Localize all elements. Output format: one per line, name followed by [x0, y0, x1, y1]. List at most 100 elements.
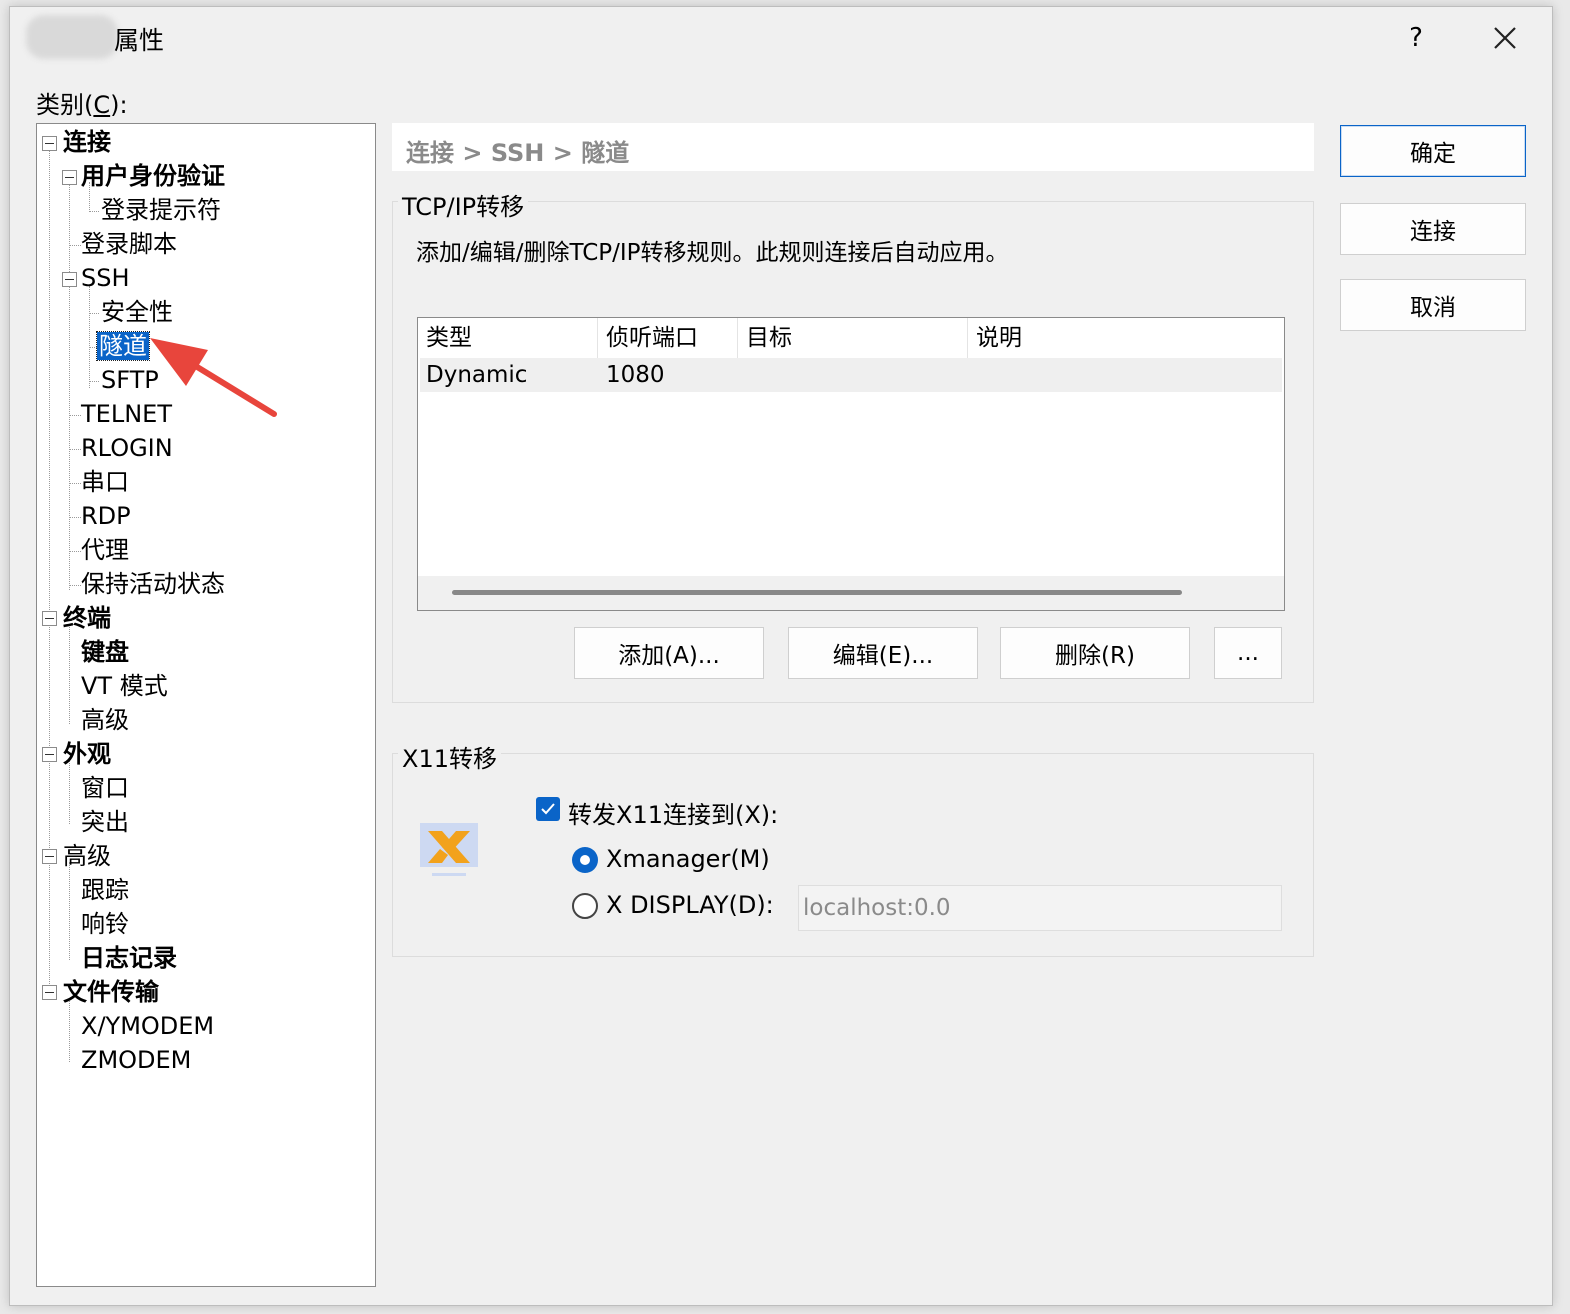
tree-item-zmodem[interactable]: ZMODEM [81, 1044, 191, 1076]
tree-line [69, 245, 81, 246]
tree-line [69, 862, 70, 960]
breadcrumb: 连接 > SSH > 隧道 [392, 123, 1314, 171]
xmanager-logo-icon [420, 823, 478, 876]
tree-line [69, 182, 70, 590]
tree-line [69, 415, 81, 416]
tree-line [69, 585, 81, 586]
collapse-toggle-connection[interactable] [42, 136, 57, 151]
tree-item-rlogin[interactable]: RLOGIN [81, 432, 173, 464]
cancel-button[interactable]: 取消 [1340, 279, 1526, 331]
cancel-label: 取消 [1410, 295, 1456, 321]
tree-line [69, 551, 81, 552]
collapse-toggle-file-transfer[interactable] [42, 985, 57, 1000]
help-button[interactable]: ? [1394, 13, 1438, 63]
tree-line [89, 347, 97, 348]
collapse-toggle-ssh[interactable] [62, 272, 77, 287]
tree-item-highlight[interactable]: 突出 [81, 806, 129, 838]
tree-item-tunnel[interactable]: 隧道 [96, 330, 150, 362]
more-options-button[interactable]: ... [1214, 627, 1282, 679]
tree-item-serial[interactable]: 串口 [81, 466, 129, 498]
forward-x11-label[interactable]: 转发X11连接到(X): [568, 795, 778, 830]
tree-item-ssh[interactable]: SSH [81, 262, 130, 294]
collapse-toggle-auth[interactable] [62, 170, 77, 185]
scrollbar-thumb[interactable] [452, 590, 1182, 595]
column-header-target[interactable]: 目标 [738, 318, 968, 358]
collapse-toggle-appearance[interactable] [42, 747, 57, 762]
checkmark-icon [541, 803, 555, 815]
tree-item-appearance[interactable]: 外观 [63, 738, 111, 770]
forward-x11-checkbox[interactable] [536, 797, 560, 821]
xmanager-radio[interactable] [572, 847, 598, 873]
table-row[interactable]: Dynamic 1080 [420, 358, 1282, 392]
tree-item-rdp[interactable]: RDP [81, 500, 131, 532]
xmanager-label[interactable]: Xmanager(M) [606, 845, 770, 873]
tree-item-proxy[interactable]: 代理 [81, 534, 129, 566]
tree-item-trace[interactable]: 跟踪 [81, 874, 129, 906]
tree-item-vt-mode[interactable]: VT 模式 [81, 670, 168, 702]
tree-item-xymodem[interactable]: X/YMODEM [81, 1010, 214, 1042]
close-button[interactable] [1480, 13, 1530, 63]
tree-item-sftp[interactable]: SFTP [101, 364, 159, 396]
tree-item-keepalive[interactable]: 保持活动状态 [81, 568, 225, 600]
category-label: 类别(C): [36, 91, 128, 119]
tree-line [69, 449, 81, 450]
connect-label: 连接 [1410, 219, 1456, 245]
tree-line [69, 624, 70, 724]
tree-item-window[interactable]: 窗口 [81, 772, 129, 804]
delete-rule-button[interactable]: 删除(R) [1000, 627, 1190, 679]
add-rule-button[interactable]: 添加(A)... [574, 627, 764, 679]
ok-button[interactable]: 确定 [1340, 125, 1526, 177]
column-header-description[interactable]: 说明 [968, 318, 1282, 358]
tree-item-terminal[interactable]: 终端 [63, 602, 111, 634]
tree-item-advanced[interactable]: 高级 [63, 840, 111, 872]
tree-line [89, 211, 99, 212]
close-icon [1494, 27, 1516, 49]
edit-rule-label: 编辑(E)... [832, 643, 934, 669]
xdisplay-label[interactable]: X DISPLAY(D): [606, 891, 774, 919]
tree-item-security[interactable]: 安全性 [101, 296, 173, 328]
tree-item-connection[interactable]: 连接 [63, 126, 111, 158]
tree-item-login-script[interactable]: 登录脚本 [81, 228, 177, 260]
tree-item-user-auth[interactable]: 用户身份验证 [81, 160, 225, 192]
collapse-toggle-advanced[interactable] [42, 849, 57, 864]
cell-description [970, 358, 976, 392]
add-rule-label: 添加(A)... [618, 643, 720, 669]
more-options-label: ... [1237, 640, 1259, 666]
x11-group-title: X11转移 [398, 739, 501, 774]
collapse-toggle-terminal[interactable] [42, 611, 57, 626]
list-header: 类型 侦听端口 目标 说明 [418, 318, 1284, 358]
tree-item-file-transfer[interactable]: 文件传输 [63, 976, 159, 1008]
tree-item-keyboard[interactable]: 键盘 [81, 636, 129, 668]
forwarding-rules-list[interactable]: 类型 侦听端口 目标 说明 Dynamic 1080 [417, 317, 1285, 611]
properties-dialog: 属性 ? 类别(C): 连接 用户身份验证 登录提示符 登录脚本 SSH 安全性… [9, 6, 1553, 1306]
tree-line [49, 148, 50, 996]
connect-button[interactable]: 连接 [1340, 203, 1526, 255]
tree-line [69, 517, 81, 518]
tree-item-login-prompt[interactable]: 登录提示符 [101, 194, 221, 226]
title-bar: 属性 ? [10, 7, 1552, 67]
ok-label: 确定 [1410, 141, 1456, 167]
tree-item-terminal-advanced[interactable]: 高级 [81, 704, 129, 736]
cell-listen-port: 1080 [606, 362, 665, 388]
delete-rule-label: 删除(R) [1055, 643, 1135, 669]
tcp-group-title: TCP/IP转移 [398, 187, 529, 222]
window-title: 属性 [114, 26, 165, 55]
tree-line [69, 483, 81, 484]
xdisplay-radio[interactable] [572, 893, 598, 919]
xdisplay-input[interactable] [798, 885, 1282, 931]
edit-rule-button[interactable]: 编辑(E)... [788, 627, 978, 679]
tree-item-telnet[interactable]: TELNET [81, 398, 172, 430]
column-header-listen-port[interactable]: 侦听端口 [598, 318, 738, 358]
horizontal-scrollbar[interactable] [418, 576, 1284, 610]
tree-line [89, 286, 90, 388]
tree-line [89, 381, 99, 382]
blurred-session-name [26, 15, 118, 59]
cell-target [740, 358, 746, 392]
tree-item-bell[interactable]: 响铃 [81, 908, 129, 940]
tree-line [89, 313, 99, 314]
tree-item-logging[interactable]: 日志记录 [81, 942, 177, 974]
column-header-type[interactable]: 类型 [418, 318, 598, 358]
cell-type: Dynamic [426, 362, 528, 388]
tcp-description: 添加/编辑/删除TCP/IP转移规则。此规则连接后自动应用。 [416, 240, 1009, 266]
category-tree[interactable]: 连接 用户身份验证 登录提示符 登录脚本 SSH 安全性 隧道 SFTP TEL… [36, 123, 376, 1287]
